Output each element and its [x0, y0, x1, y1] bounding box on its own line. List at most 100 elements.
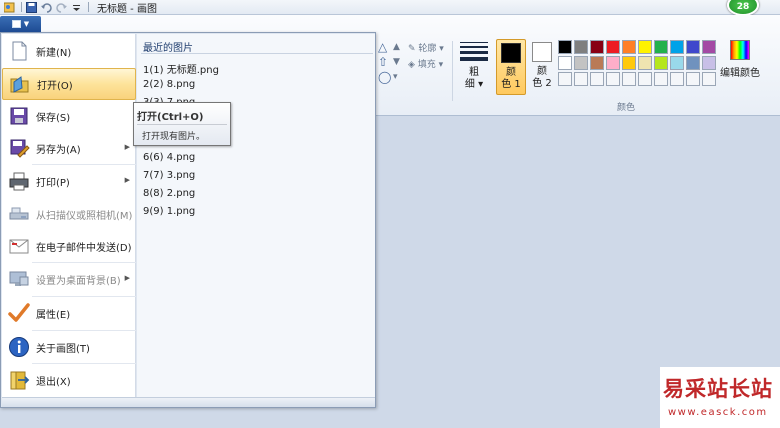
color1-button[interactable]: 颜色 1 [496, 39, 526, 95]
palette-color-swatch[interactable] [606, 40, 620, 54]
palette-color-swatch[interactable] [654, 56, 668, 70]
menu-item-save-as[interactable]: 另存为(A) ▶ [2, 132, 136, 164]
qat-separator [88, 2, 89, 12]
save-disk-icon [8, 105, 30, 127]
shapes-expand-icon[interactable]: ▾ [393, 72, 398, 82]
menu-item-label: 设置为桌面背景(B) [36, 275, 121, 287]
palette-color-swatch[interactable] [606, 56, 620, 70]
palette-color-swatch[interactable] [622, 56, 636, 70]
palette-color-swatch[interactable] [670, 40, 684, 54]
shapes-scroll-down-icon[interactable]: ▼ [393, 57, 400, 67]
tooltip-divider [137, 124, 227, 125]
menu-item-properties[interactable]: 属性(E) [2, 297, 136, 329]
undo-icon[interactable] [41, 2, 52, 13]
recent-file-item[interactable]: 9(9) 1.png [143, 206, 195, 217]
palette-color-swatch[interactable] [654, 40, 668, 54]
thickness-label-1: 粗 [469, 67, 479, 78]
shapes-scroll-up-icon[interactable]: ▲ [393, 42, 400, 52]
palette-color-swatch[interactable] [558, 40, 572, 54]
recent-file-item[interactable]: 8(8) 2.png [143, 188, 195, 199]
menu-item-label: 新建(N) [36, 47, 72, 59]
palette-color-swatch[interactable] [574, 72, 588, 86]
palette-color-swatch[interactable] [670, 56, 684, 70]
palette-color-swatch[interactable] [574, 40, 588, 54]
tooltip-title: 打开(Ctrl+O) [137, 112, 204, 123]
palette-color-swatch[interactable] [686, 56, 700, 70]
customize-qat-icon[interactable] [71, 2, 82, 13]
menu-item-exit[interactable]: 退出(X) [2, 364, 136, 396]
recent-header: 最近的图片 [143, 43, 193, 54]
menu-item-label: 打开(O) [37, 80, 73, 92]
menu-item-label: 属性(E) [36, 309, 71, 321]
recent-file-item[interactable]: 2(2) 8.png [143, 79, 195, 90]
save-icon[interactable] [26, 1, 37, 13]
exit-icon [8, 369, 30, 391]
palette-color-swatch[interactable] [590, 56, 604, 70]
menu-footer [2, 397, 375, 407]
palette-color-swatch[interactable] [638, 40, 652, 54]
email-icon [8, 235, 30, 257]
file-menu-button[interactable]: ▼ [0, 16, 41, 32]
recent-file-item[interactable]: 1(1) 无标题.png [143, 61, 219, 76]
open-tooltip: 打开(Ctrl+O) 打开现有图片。 [133, 102, 231, 146]
arrow-shape-icon[interactable]: ⇧ [378, 55, 388, 69]
menu-item-label: 关于画图(T) [36, 343, 90, 355]
menu-commands: 新建(N) 打开(O) 保存(S) 另存为(A) ▶ 打印(P) ▶ 从扫描仪或… [2, 34, 136, 397]
color2-label-1: 颜 [537, 66, 547, 77]
paint-app-icon[interactable] [3, 2, 15, 13]
recent-file-item[interactable]: 7(7) 3.png [143, 170, 195, 181]
fill-button[interactable]: ◈ 填充 ▾ [408, 57, 443, 70]
palette-row-2 [558, 56, 720, 70]
menu-item-label: 保存(S) [36, 112, 71, 124]
menu-item-label: 打印(P) [36, 177, 70, 189]
palette-color-swatch[interactable] [622, 72, 636, 86]
recent-file-item[interactable]: 6(6) 4.png [143, 152, 195, 163]
palette-color-swatch[interactable] [670, 72, 684, 86]
palette-color-swatch[interactable] [638, 72, 652, 86]
outline-button[interactable]: ✎ 轮廓 ▾ [408, 41, 444, 54]
palette-color-swatch[interactable] [606, 72, 620, 86]
callout-shape-icon[interactable]: ◯ [378, 70, 391, 84]
menu-item-scanner[interactable]: 从扫描仪或照相机(M) [2, 198, 136, 230]
palette-color-swatch[interactable] [558, 72, 572, 86]
submenu-arrow-icon: ▶ [124, 274, 130, 282]
menu-item-print[interactable]: 打印(P) ▶ [2, 165, 136, 197]
menu-item-label: 在电子邮件中发送(D) [36, 242, 132, 254]
tooltip-description: 打开现有图片。 [142, 132, 206, 142]
palette-color-swatch[interactable] [702, 40, 716, 54]
window-title: 无标题 - 画图 [97, 3, 157, 15]
thickness-button[interactable]: 粗细 ▾ [456, 39, 492, 97]
desktop-background-icon [8, 268, 30, 290]
menu-item-save[interactable]: 保存(S) [2, 100, 136, 132]
menu-item-desktop-background[interactable]: 设置为桌面背景(B) ▶ [2, 263, 136, 295]
edit-colors-button[interactable]: 编辑颜色 [720, 40, 760, 79]
palette-color-swatch[interactable] [590, 40, 604, 54]
palette-color-swatch[interactable] [702, 72, 716, 86]
shapes-group: △ ⇧ ◯ ▲ ▼ ▾ ✎ 轮廓 ▾ ◈ 填充 ▾ [376, 38, 456, 98]
palette-color-swatch[interactable] [590, 72, 604, 86]
thickness-label-2: 细 [464, 79, 475, 90]
palette-color-swatch[interactable] [686, 72, 700, 86]
palette-color-swatch[interactable] [574, 56, 588, 70]
palette-color-swatch[interactable] [638, 56, 652, 70]
info-icon [8, 336, 30, 358]
palette-color-swatch[interactable] [622, 40, 636, 54]
thickness-icon [456, 42, 492, 61]
menu-item-label: 从扫描仪或照相机(M) [36, 210, 133, 222]
menu-item-label: 另存为(A) [36, 144, 81, 156]
watermark: 易采站长站 www.easck.com [660, 367, 780, 428]
triangle-shape-icon[interactable]: △ [378, 40, 387, 54]
application-menu: 新建(N) 打开(O) 保存(S) 另存为(A) ▶ 打印(P) ▶ 从扫描仪或… [0, 32, 376, 408]
menu-item-open[interactable]: 打开(O) [2, 68, 136, 100]
qat-separator [21, 2, 22, 12]
palette-color-swatch[interactable] [702, 56, 716, 70]
palette-color-swatch[interactable] [686, 40, 700, 54]
color1-label-2: 色 1 [501, 79, 521, 90]
menu-item-new[interactable]: 新建(N) [2, 35, 136, 67]
redo-icon[interactable] [56, 2, 67, 13]
palette-color-swatch[interactable] [654, 72, 668, 86]
menu-item-email[interactable]: 在电子邮件中发送(D) [2, 230, 136, 262]
palette-color-swatch[interactable] [558, 56, 572, 70]
menu-item-about[interactable]: 关于画图(T) [2, 331, 136, 363]
color2-button[interactable]: 颜色 2 [528, 39, 556, 95]
